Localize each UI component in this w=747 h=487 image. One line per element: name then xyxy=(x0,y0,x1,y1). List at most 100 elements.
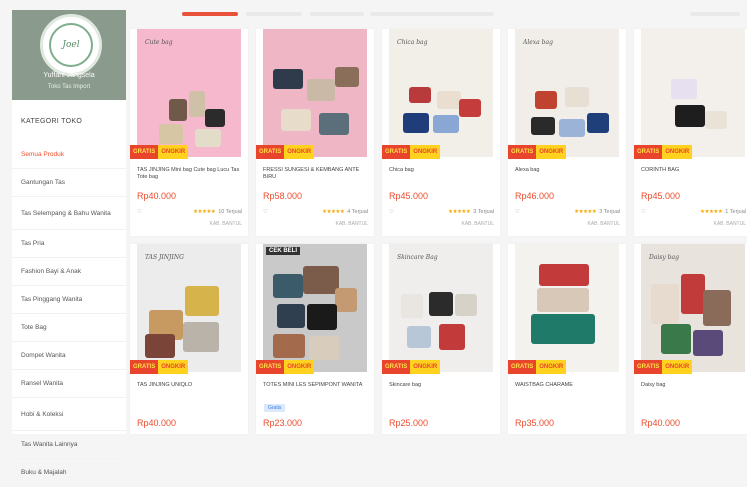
product-name[interactable]: Chica bag xyxy=(389,167,494,181)
product-meta: ♡ ★★★★★ 1 Terjual xyxy=(641,209,746,215)
product-name[interactable]: TOTES MINI LES SEPIMPONT WANITA xyxy=(263,382,368,396)
wishlist-icon[interactable]: ♡ xyxy=(515,209,520,215)
shop-location: KAB. BANTUL xyxy=(335,221,368,227)
bag-shape xyxy=(401,294,423,318)
image-caption: Skincare Bag xyxy=(397,254,438,261)
product-price: Rp40.000 xyxy=(137,418,177,428)
bag-shape xyxy=(535,91,557,109)
category-item[interactable]: Tote Bag xyxy=(12,314,126,342)
promo-label: ONGKIR xyxy=(158,360,189,374)
product-image[interactable] xyxy=(515,244,619,372)
product-name[interactable]: Alexa bag xyxy=(515,167,620,181)
category-item[interactable]: Fashion Bayi & Anak xyxy=(12,258,126,286)
bag-shape xyxy=(307,79,335,101)
wishlist-icon[interactable]: ♡ xyxy=(137,209,142,215)
bag-shape xyxy=(671,79,697,99)
tab-popular[interactable] xyxy=(182,12,238,16)
product-card[interactable]: Cute bag GRATIS ONGKIR TAS JINJING Mini bag… xyxy=(130,29,248,236)
category-item[interactable]: Dompet Wanita xyxy=(12,342,126,370)
product-card[interactable]: GRATIS ONGKIR FRESSI SUNGESI & KEMBANG ANT… xyxy=(256,29,374,236)
free-shipping-badge: GRATIS ONGKIR xyxy=(130,360,189,374)
bag-shape xyxy=(437,91,461,109)
free-shipping-badge: GRATIS ONGKIR xyxy=(256,360,315,374)
bag-shape xyxy=(439,324,465,350)
category-item[interactable]: Tas Wanita Lainnya xyxy=(12,431,126,459)
product-card[interactable]: GRATIS ONGKIR WAISTBAG CHARAME Rp35.000 xyxy=(508,244,626,434)
product-name[interactable]: CORINTH BAG xyxy=(641,167,746,181)
product-image[interactable]: Daisy bag xyxy=(641,244,745,372)
product-card[interactable]: Daisy bag GRATIS ONGKIR Daisy bag Rp40.000 xyxy=(634,244,747,434)
shop-banner[interactable]: Joel Yuffani Jangsela Toko Tas Import xyxy=(12,10,126,100)
tab-latest[interactable] xyxy=(246,12,302,16)
bag-shape xyxy=(429,292,453,316)
product-name[interactable]: TAS JINJING UNIQLO xyxy=(137,382,242,396)
category-item[interactable]: Tas Pinggang Wanita xyxy=(12,286,126,314)
bag-shape xyxy=(455,294,477,316)
product-card[interactable]: CEK BELI GRATIS ONGKIR TOTES MINI LES SEPIM… xyxy=(256,244,374,434)
product-price: Rp35.000 xyxy=(515,418,555,428)
bag-shape xyxy=(303,266,339,294)
bag-shape xyxy=(335,288,357,312)
shop-location: KAB. BANTUL xyxy=(209,221,242,227)
category-item[interactable]: Tas Selempang & Bahu Wanita xyxy=(12,197,126,230)
product-name[interactable]: Daisy bag xyxy=(641,382,746,396)
product-name[interactable]: Skincare bag xyxy=(389,382,494,396)
page-indicator[interactable] xyxy=(690,12,740,16)
product-price: Rp23.000 xyxy=(263,418,303,428)
product-card[interactable]: GRATIS ONGKIR CORINTH BAG Rp45.000 ♡ ★★★★★ 1 T… xyxy=(634,29,747,236)
image-caption: Chica bag xyxy=(397,39,428,46)
shop-sidebar: Joel Yuffani Jangsela Toko Tas Import KA… xyxy=(12,10,126,487)
category-item[interactable]: Buku & Majalah xyxy=(12,459,126,487)
shop-logo: Joel xyxy=(40,14,102,76)
category-item-all[interactable]: Semua Produk xyxy=(12,141,126,169)
product-name[interactable]: FRESSI SUNGESI & KEMBANG ANTE BIRU xyxy=(263,167,368,181)
sold-count: 4 Terjual xyxy=(347,209,368,215)
category-item[interactable]: Gantungan Tas xyxy=(12,169,126,197)
tab-bestseller[interactable] xyxy=(310,12,364,16)
wishlist-icon[interactable]: ♡ xyxy=(263,209,268,215)
free-shipping-badge: GRATIS ONGKIR xyxy=(382,145,441,159)
category-item[interactable]: Hobi & Koleksi xyxy=(12,398,126,431)
product-name[interactable]: WAISTBAG CHARAME xyxy=(515,382,620,396)
product-image[interactable] xyxy=(641,29,745,157)
bag-shape xyxy=(403,113,429,133)
product-image[interactable]: CEK BELI xyxy=(263,244,367,372)
promo-label: GRATIS xyxy=(130,360,159,374)
bag-shape xyxy=(661,324,691,354)
product-image[interactable]: Cute bag xyxy=(137,29,241,157)
product-card[interactable]: Skincare Bag GRATIS ONGKIR Skincare bag Rp25… xyxy=(382,244,500,434)
product-name[interactable]: TAS JINJING Mini bag Cute bag Lucu Tas T… xyxy=(137,167,242,181)
product-card[interactable]: TAS JINJING GRATIS ONGKIR TAS JINJING UNIQL… xyxy=(130,244,248,434)
product-image[interactable]: TAS JINJING xyxy=(137,244,241,372)
rating-stars: ★★★★★ xyxy=(322,209,345,215)
product-image[interactable]: Alexa bag xyxy=(515,29,619,157)
product-card[interactable]: Alexa bag GRATIS ONGKIR Alexa bag Rp46.000 ♡ ★… xyxy=(508,29,626,236)
bag-shape xyxy=(309,336,339,360)
wishlist-icon[interactable]: ♡ xyxy=(641,209,646,215)
bag-shape xyxy=(183,322,219,352)
free-shipping-badge: GRATIS ONGKIR xyxy=(382,360,441,374)
sort-tab-bar xyxy=(130,10,747,22)
product-image[interactable] xyxy=(263,29,367,157)
category-item[interactable]: Tas Pria xyxy=(12,230,126,258)
tab-price[interactable] xyxy=(370,12,494,16)
free-shipping-badge: GRATIS ONGKIR xyxy=(634,145,693,159)
bag-shape xyxy=(681,274,705,314)
product-image[interactable]: Chica bag xyxy=(389,29,493,157)
product-image[interactable]: Skincare Bag xyxy=(389,244,493,372)
product-meta: ♡ ★★★★★ 3 Terjual xyxy=(389,209,494,215)
shop-tagline: Toko Tas Import xyxy=(47,84,91,90)
product-price: Rp58.000 xyxy=(263,191,303,201)
free-shipping-badge: GRATIS ONGKIR xyxy=(634,360,693,374)
product-price: Rp25.000 xyxy=(389,418,429,428)
product-card[interactable]: Chica bag GRATIS ONGKIR Chica bag Rp45.000 ♡ ★… xyxy=(382,29,500,236)
bag-shape xyxy=(565,87,589,107)
shop-location: KAB. BANTUL xyxy=(713,221,746,227)
promo-label: GRATIS xyxy=(256,145,285,159)
rating-stars: ★★★★★ xyxy=(700,209,723,215)
category-item[interactable]: Ransel Wanita xyxy=(12,370,126,398)
wishlist-icon[interactable]: ♡ xyxy=(389,209,394,215)
promo-label: GRATIS xyxy=(256,360,285,374)
promo-label: ONGKIR xyxy=(662,360,693,374)
bag-shape xyxy=(185,286,219,316)
